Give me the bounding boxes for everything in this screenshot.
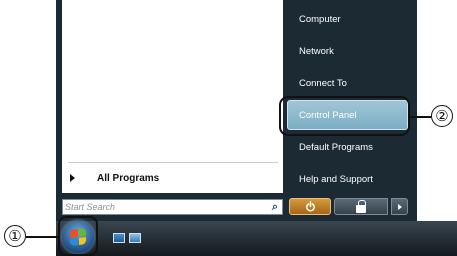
callout-leader-2 [408, 116, 431, 118]
arrow-right-icon [70, 174, 75, 182]
switch-windows-icon[interactable] [129, 233, 141, 243]
shutdown-options-button[interactable] [391, 198, 408, 215]
menu-item-computer[interactable]: Computer [299, 14, 341, 25]
power-icon [305, 201, 315, 212]
show-desktop-icon[interactable] [113, 233, 125, 243]
callout-2: ② [431, 105, 453, 127]
start-menu-left-pane [62, 0, 283, 193]
menu-item-default-programs[interactable]: Default Programs [299, 142, 373, 153]
callout-leader-1 [26, 236, 58, 238]
menu-item-network[interactable]: Network [299, 46, 334, 57]
menu-item-help-and-support[interactable]: Help and Support [299, 174, 373, 185]
lock-icon [356, 199, 366, 213]
callout-1: ① [4, 225, 26, 247]
lock-button[interactable] [334, 198, 388, 215]
arrow-right-icon [397, 203, 402, 210]
search-placeholder: Start Search [65, 202, 116, 212]
divider [68, 162, 278, 163]
search-icon[interactable]: ⌕ [272, 201, 278, 213]
start-search-input[interactable]: Start Search ⌕ [62, 199, 283, 215]
power-controls [289, 198, 408, 215]
menu-item-connect-to[interactable]: Connect To [299, 78, 347, 89]
all-programs-button[interactable]: All Programs [66, 168, 280, 188]
power-button[interactable] [289, 198, 331, 215]
start-button-highlight [58, 216, 98, 256]
all-programs-label: All Programs [97, 172, 160, 184]
control-panel-highlight [279, 96, 410, 136]
